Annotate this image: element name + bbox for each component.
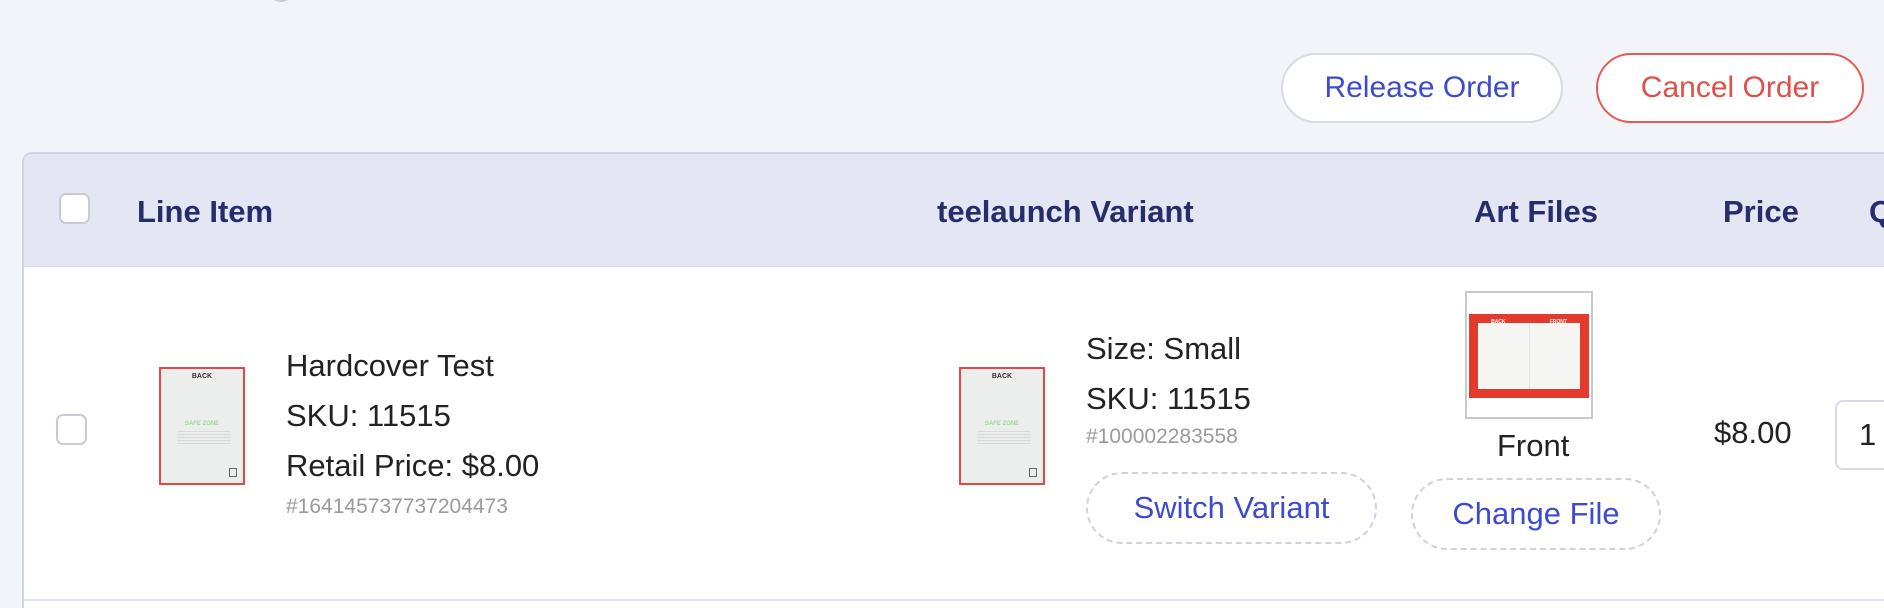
line-item-retail-price: Retail Price: $8.00 — [286, 448, 540, 483]
quantity-input[interactable]: 1 — [1835, 400, 1884, 470]
art-file-thumbnail[interactable]: BACK FRONT — [1465, 291, 1593, 419]
header-teelaunch-variant: teelaunch Variant — [937, 194, 1194, 229]
art-back-label: BACK — [1491, 319, 1506, 325]
line-item-id: #164145737737204473 — [286, 495, 508, 518]
variant-thumbnail-safe-zone-label: SAFE ZONE — [984, 421, 1020, 427]
line-item-name: Hardcover Test — [286, 348, 494, 383]
cancel-order-button[interactable]: Cancel Order — [1596, 53, 1864, 123]
variant-thumbnail: BACK SAFE ZONE — [959, 367, 1045, 485]
table-header: Line Item teelaunch Variant Art Files Pr… — [24, 154, 1884, 267]
variant-sku: SKU: 11515 — [1086, 381, 1251, 416]
art-front-label: FRONT — [1549, 319, 1567, 325]
header-price: Price — [1723, 194, 1799, 229]
line-item-sku: SKU: 11515 — [286, 398, 451, 433]
variant-thumbnail-back-label: BACK — [991, 373, 1013, 380]
row-divider — [24, 599, 1884, 601]
row-select-checkbox[interactable] — [56, 414, 87, 445]
variant-id: #100002283558 — [1086, 425, 1238, 448]
line-item-thumbnail: BACK SAFE ZONE — [159, 367, 245, 485]
release-order-button[interactable]: Release Order — [1281, 53, 1563, 123]
line-item-price: $8.00 — [1714, 415, 1792, 450]
thumbnail-back-label: BACK — [191, 373, 213, 380]
art-back-panel — [1478, 323, 1529, 389]
select-all-checkbox[interactable] — [59, 193, 90, 224]
thumbnail-safe-zone-label: SAFE ZONE — [184, 421, 220, 427]
switch-variant-button[interactable]: Switch Variant — [1086, 472, 1377, 544]
art-file-caption: Front — [1497, 428, 1570, 463]
header-line-item: Line Item — [137, 194, 274, 229]
change-file-button[interactable]: Change File — [1411, 478, 1661, 550]
variant-thumbnail-text-lines — [977, 431, 1031, 445]
art-print-area — [1469, 314, 1589, 398]
qr-code-icon — [229, 468, 237, 477]
variant-qr-code-icon — [1029, 468, 1037, 477]
header-quantity: Q — [1869, 194, 1884, 230]
header-art-files: Art Files — [1474, 194, 1599, 229]
partial-heading-fragment — [268, 0, 294, 2]
variant-size: Size: Small — [1086, 331, 1242, 366]
thumbnail-text-lines — [177, 431, 231, 445]
art-front-panel — [1529, 323, 1580, 389]
